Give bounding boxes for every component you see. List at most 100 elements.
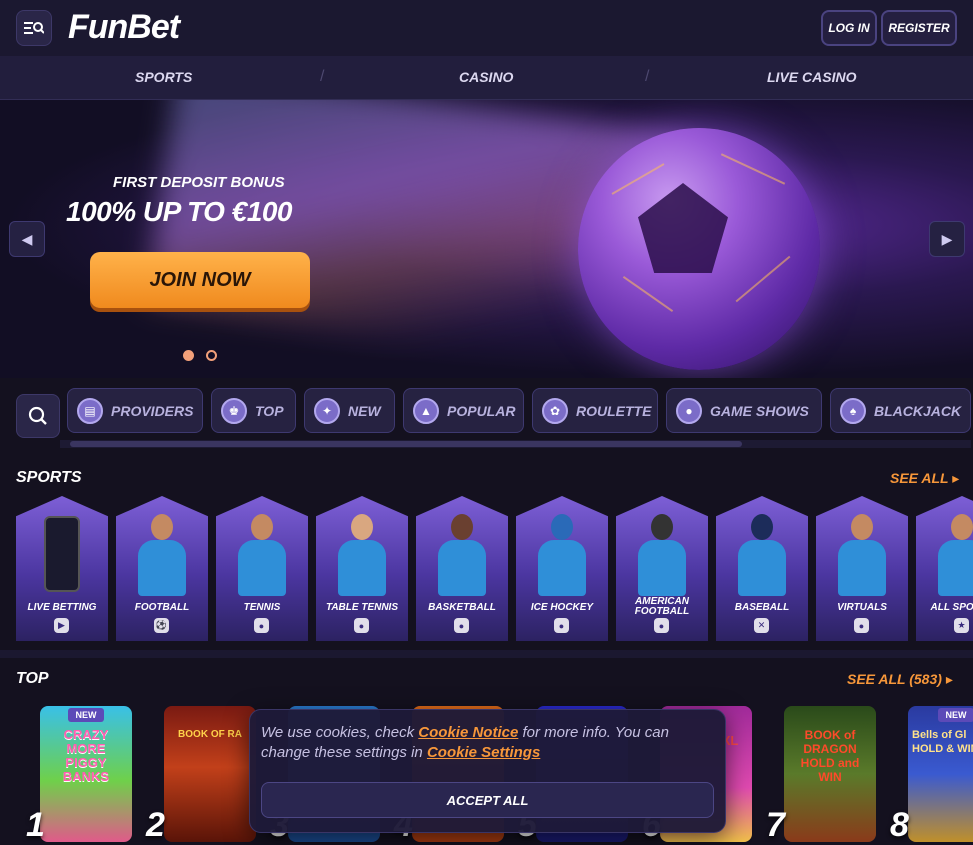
category-new[interactable]: ✦ NEW [304,388,395,433]
book-icon: ▤ [77,397,103,424]
baseball-icon: ✕ [754,618,769,633]
sports-see-all-link[interactable]: SEE ALL ▸ [890,470,959,487]
tennis-ball-icon: ● [254,618,269,633]
register-button[interactable]: REGISTER [881,10,957,46]
sport-label: ALL SPORTS [930,602,973,613]
menu-search-button[interactable] [16,10,52,46]
sport-card-tennis[interactable]: TENNIS ● [216,496,308,641]
sport-card-baseball[interactable]: BASEBALL ✕ [716,496,808,641]
promo-subtitle: FIRST DEPOSIT BONUS [113,174,285,191]
sport-label: BASKETBALL [428,602,496,613]
sport-label: FOOTBALL [134,602,190,613]
hockey-icon: ● [554,618,569,633]
accept-all-button[interactable]: ACCEPT ALL [261,782,714,818]
trophy-icon: ★ [954,618,969,633]
sport-label: AMERICAN FOOTBALL [634,596,690,617]
header: FunBet LOG IN REGISTER [0,0,973,56]
athlete-graphic [738,514,786,596]
slider-dot-active[interactable] [183,350,194,361]
search-button[interactable] [16,394,60,438]
category-game-shows[interactable]: ● GAME SHOWS [666,388,822,433]
logo[interactable]: FunBet [68,8,180,47]
crown-icon: ♚ [221,397,247,424]
category-label: POPULAR [447,402,516,419]
gamepad-icon: ● [854,618,869,633]
caret-right-icon: ▸ [952,470,960,486]
category-roulette[interactable]: ✿ ROULETTE [532,388,658,433]
game-tile[interactable]: NEW CRAZY MORE PIGGY BANKS [40,706,132,842]
category-popular[interactable]: ▲ POPULAR [403,388,524,433]
sport-card-live-betting[interactable]: LIVE BETTING ▶ [16,496,108,641]
sport-card-all-sports[interactable]: ALL SPORTS ★ [916,496,973,641]
athlete-graphic [138,514,186,596]
athlete-graphic [538,514,586,596]
nav-separator: / [320,68,325,85]
game-title: BOOK of DRAGON HOLD and WIN [800,728,860,784]
athlete-graphic [338,514,386,596]
category-blackjack[interactable]: ♠ BLACKJACK [830,388,971,433]
game-title: CRAZY MORE PIGGY BANKS [62,727,110,784]
sport-card-clip: ALL SPORTS ★ [916,496,973,641]
athlete-graphic [938,514,973,596]
category-scrollbar-thumb[interactable] [70,441,742,447]
sport-card-football[interactable]: FOOTBALL ⚽ [116,496,208,641]
category-label: ROULETTE [576,402,652,419]
sport-label: VIRTUALS [837,602,887,613]
phone-graphic [38,514,86,594]
athlete-graphic [838,514,886,596]
game-tile[interactable]: NEW Bells of Gl HOLD & WIN [908,706,973,842]
play-icon: ▶ [54,618,69,633]
lightning-icon: ✦ [314,397,340,424]
top-see-all-link[interactable]: SEE ALL (583) ▸ [847,671,953,688]
sport-card-ice-hockey[interactable]: ICE HOCKEY ● [516,496,608,641]
roulette-icon: ✿ [542,397,568,424]
section-divider [0,650,973,658]
athlete-graphic [238,514,286,596]
caret-right-icon: ▸ [945,671,953,687]
game-tile[interactable]: BOOK of DRAGON HOLD and WIN [784,706,876,842]
cookie-banner: We use cookies, check Cookie Notice for … [249,709,726,833]
category-label: BLACKJACK [874,402,962,419]
join-now-button[interactable]: JOIN NOW [90,252,310,308]
soccer-ball-icon: ⚽ [154,618,169,633]
nav-sports[interactable]: SPORTS [135,69,192,85]
slider-prev-button[interactable]: ◀ [9,221,45,257]
cookie-message: We use cookies, check Cookie Notice for … [261,724,669,761]
basketball-icon: ● [454,618,469,633]
sports-section-title: SPORTS [16,469,82,486]
new-badge: NEW [68,708,104,722]
category-providers[interactable]: ▤ PROVIDERS [67,388,203,433]
sport-label: BASEBALL [734,602,790,613]
cookie-settings-link[interactable]: Cookie Settings [427,744,540,761]
game-tile[interactable]: BOOK OF RA [164,706,256,842]
ball-seam [611,163,665,195]
sport-label: TABLE TENNIS [325,602,399,613]
flame-icon: ▲ [413,397,439,424]
hero-banner[interactable]: FIRST DEPOSIT BONUS 100% UP TO €100 JOIN… [0,100,973,378]
ball-seam [622,275,674,313]
gameshow-icon: ● [676,397,702,424]
sport-card-virtuals[interactable]: VIRTUALS ● [816,496,908,641]
sport-label: ICE HOCKEY [530,602,594,613]
game-rank: 1 [26,806,45,844]
game-rank: 8 [890,806,909,844]
slider-next-button[interactable]: ▶ [929,221,965,257]
nav-casino[interactable]: CASINO [459,69,513,85]
slider-dot[interactable] [206,350,217,361]
top-section-title: TOP [16,670,49,687]
sport-card-table-tennis[interactable]: TABLE TENNIS ● [316,496,408,641]
nav-live-casino[interactable]: LIVE CASINO [767,69,856,85]
sport-card-american-football[interactable]: AMERICAN FOOTBALL ● [616,496,708,641]
login-button[interactable]: LOG IN [821,10,877,46]
category-top[interactable]: ♚ TOP [211,388,296,433]
cookie-notice-link[interactable]: Cookie Notice [418,724,518,741]
ping-pong-icon: ● [354,618,369,633]
sport-label: LIVE BETTING [27,602,97,613]
category-bar: ▤ PROVIDERS ♚ TOP ✦ NEW ▲ POPULAR ✿ ROUL… [0,388,973,438]
sport-card-basketball[interactable]: BASKETBALL ● [416,496,508,641]
menu-search-icon [24,22,44,34]
ball-seam [720,153,786,185]
category-label: GAME SHOWS [710,402,809,419]
game-rank: 2 [146,806,165,844]
arrow-left-icon: ◀ [21,230,33,247]
